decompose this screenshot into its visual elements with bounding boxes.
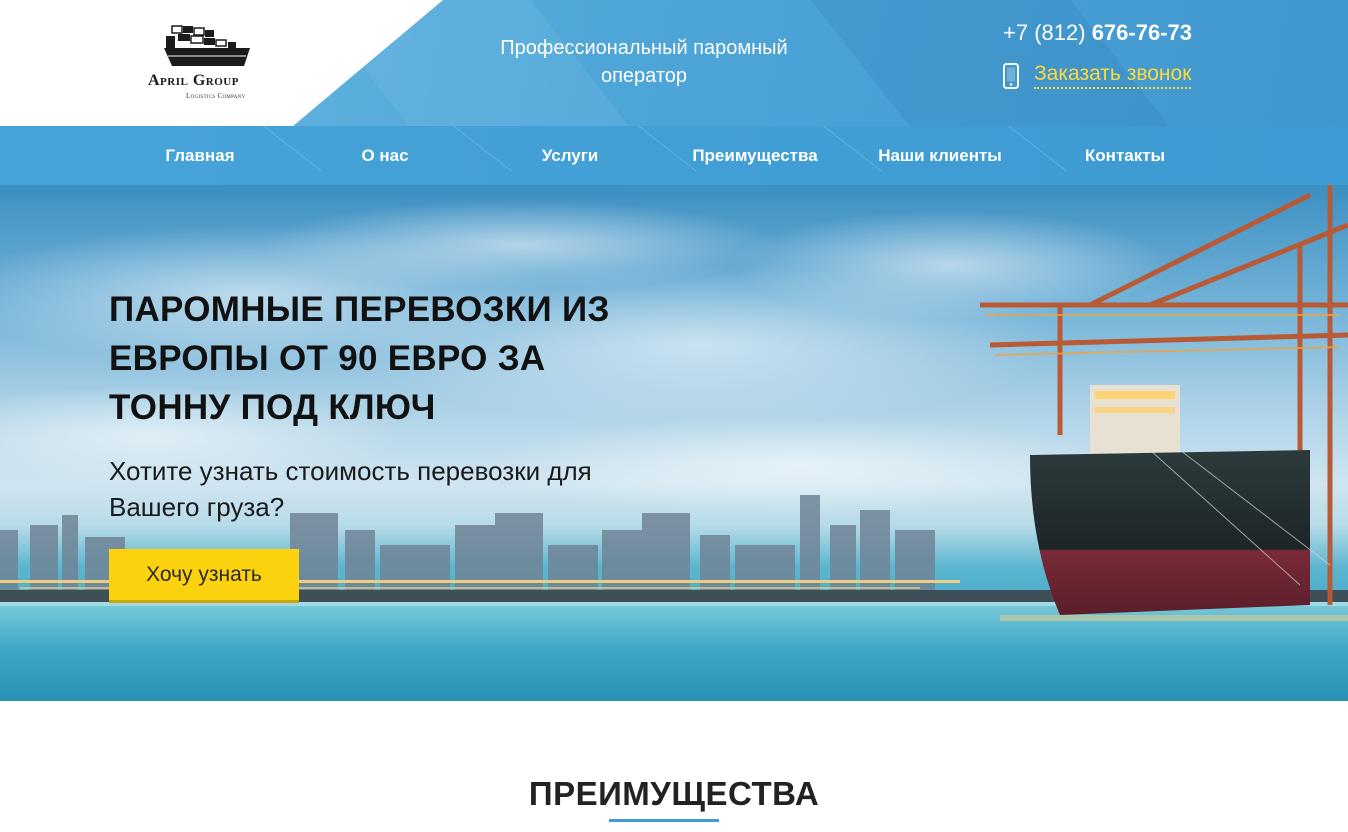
- ship-icon: [164, 25, 250, 66]
- nav-item-home[interactable]: Главная: [165, 146, 234, 166]
- hero-background-image: [0, 185, 1348, 701]
- section-title-advantages: ПРЕИМУЩЕСТВА: [528, 775, 820, 812]
- hero-banner: ПАРОМНЫЕ ПЕРЕВОЗКИ ИЗ ЕВРОПЫ ОТ 90 ЕВРО …: [0, 185, 1348, 701]
- nav-item-services[interactable]: Услуги: [542, 146, 599, 166]
- phone-number: 676-76-73: [1091, 20, 1192, 45]
- mobile-phone-icon: [1003, 62, 1019, 89]
- hero-subtitle: Хотите узнать стоимость перевозки для Ва…: [109, 456, 592, 522]
- nav-item-clients[interactable]: Наши клиенты: [878, 146, 1002, 166]
- site-header: April Group Logistics Company Профессион…: [0, 0, 1348, 126]
- phone-prefix: +7 (812): [1003, 20, 1086, 45]
- logo[interactable]: April Group Logistics Company: [140, 18, 275, 104]
- nav-item-about[interactable]: О нас: [361, 146, 408, 166]
- section-title-underline: [609, 819, 719, 822]
- brand-name: April Group: [148, 72, 239, 89]
- nav-list: Главная О нас Услуги Преимущества Наши к…: [0, 126, 1348, 185]
- callback-label[interactable]: Заказать звонок: [1034, 62, 1192, 89]
- main-nav: Главная О нас Услуги Преимущества Наши к…: [0, 126, 1348, 185]
- callback-link[interactable]: Заказать звонок: [1003, 62, 1192, 89]
- header-tagline: Профессиональный паромный оператор: [500, 37, 788, 87]
- nav-item-advantages[interactable]: Преимущества: [692, 146, 817, 166]
- hero-cta-button[interactable]: Хочу узнать: [109, 549, 299, 603]
- hero-title: ПАРОМНЫЕ ПЕРЕВОЗКИ ИЗ ЕВРОПЫ ОТ 90 ЕВРО …: [109, 290, 610, 427]
- nav-item-contacts[interactable]: Контакты: [1085, 146, 1165, 166]
- header-phone[interactable]: +7 (812) 676-76-73: [1003, 20, 1192, 46]
- brand-subtitle: Logistics Company: [186, 92, 246, 100]
